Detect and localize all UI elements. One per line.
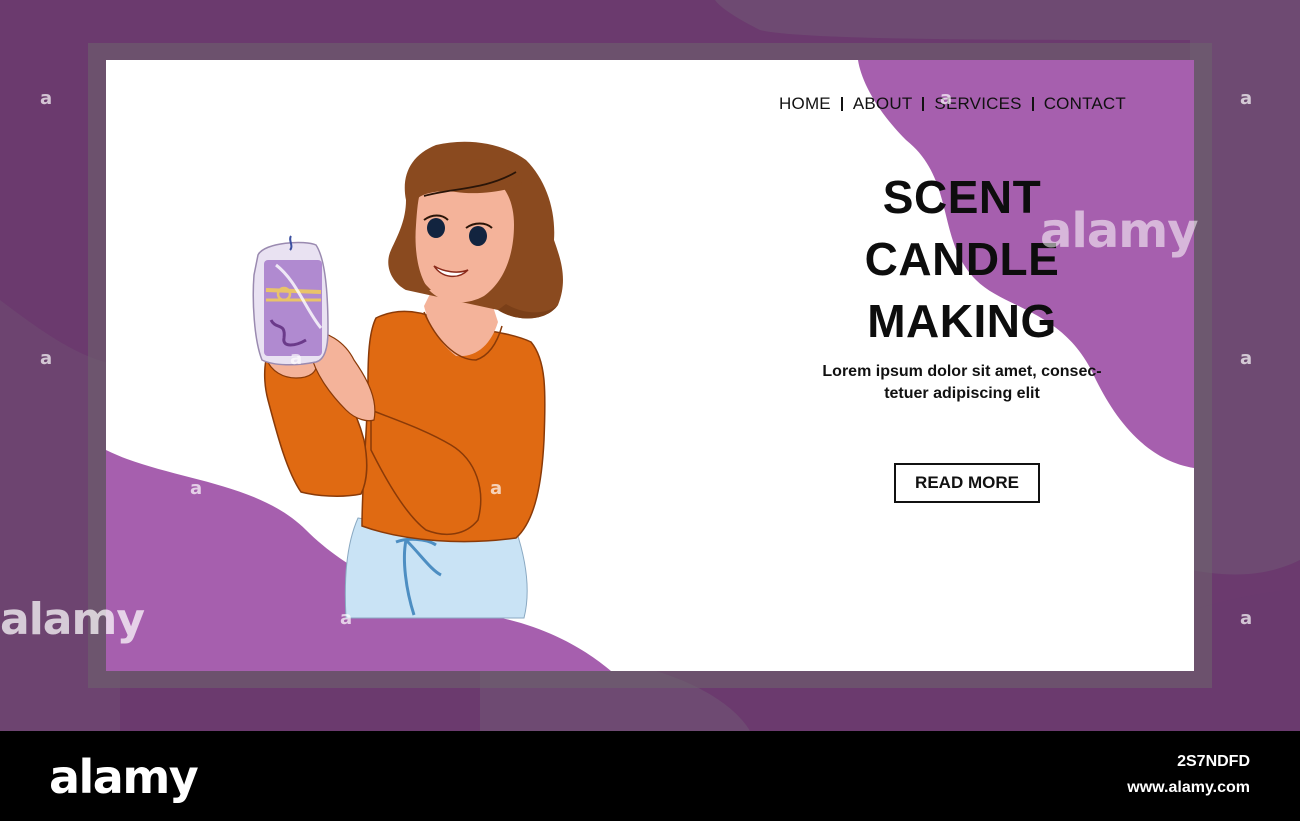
watermark-glyph: a [1240, 348, 1252, 369]
woman-with-candle-illustration [252, 141, 563, 619]
watermark-glyph: a [40, 88, 52, 109]
watermark-glyph: a [40, 348, 52, 369]
watermark-glyph: a [290, 348, 302, 369]
hero-subtitle-line: tetuer adipiscing elit [884, 385, 1040, 402]
watermark-glyph: a [1240, 88, 1252, 109]
watermark-glyph: a [940, 348, 952, 369]
read-more-button[interactable]: READ MORE [894, 463, 1040, 503]
watermark-logo: alamy [0, 594, 145, 645]
nav-home-link[interactable]: HOME [769, 94, 841, 114]
watermark-glyph: a [190, 478, 202, 499]
nav-about-link[interactable]: ABOUT [843, 94, 923, 114]
watermark-glyph: a [1240, 608, 1252, 629]
landing-page: HOME ABOUT SERVICES CONTACT SCENT CANDLE… [106, 60, 1194, 671]
candle-package [252, 235, 329, 366]
watermark-glyph: a [940, 88, 952, 109]
watermark-glyph: a [490, 478, 502, 499]
top-navigation: HOME ABOUT SERVICES CONTACT [769, 94, 1136, 114]
footer-url: www.alamy.com [1127, 779, 1250, 796]
image-id: 2S7NDFD [1177, 753, 1250, 770]
watermark-glyph: a [340, 608, 352, 629]
nav-contact-link[interactable]: CONTACT [1034, 94, 1136, 114]
hero-subtitle: Lorem ipsum dolor sit amet, consec- tetu… [806, 361, 1118, 405]
hero-subtitle-line: Lorem ipsum dolor sit amet, consec- [822, 363, 1102, 380]
hero-title: SCENT CANDLE MAKING [826, 166, 1098, 352]
footer-bar: alamy 2S7NDFD www.alamy.com [0, 731, 1300, 821]
hero-title-line: MAKING [867, 295, 1057, 347]
watermark-glyph: a [290, 88, 302, 109]
footer-logo: alamy [49, 750, 199, 804]
watermark-logo: alamy [1040, 203, 1199, 259]
